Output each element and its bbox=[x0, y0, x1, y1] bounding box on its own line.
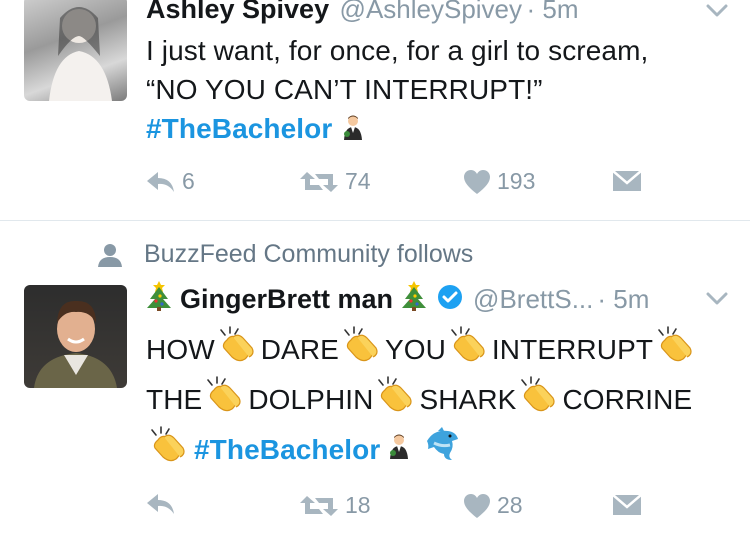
social-context-text: BuzzFeed Community follows bbox=[144, 240, 474, 268]
reply-icon bbox=[147, 494, 174, 514]
clapping-hands-emoji bbox=[148, 426, 188, 472]
person-icon bbox=[98, 243, 122, 267]
retweet-count: 18 bbox=[345, 492, 371, 518]
word: HOW bbox=[146, 333, 215, 365]
tweet-text-line: “NO YOU CAN’T INTERRUPT!” bbox=[146, 74, 543, 105]
dm-button[interactable] bbox=[612, 494, 642, 521]
caret-menu[interactable] bbox=[706, 292, 728, 311]
chevron-down-icon bbox=[706, 292, 728, 305]
tweet-time[interactable]: · 5m bbox=[526, 0, 578, 24]
man-in-tuxedo-emoji bbox=[388, 430, 410, 469]
retweet-button[interactable]: 18 bbox=[299, 492, 371, 519]
reply-icon bbox=[147, 171, 174, 192]
avatar-ashley[interactable] bbox=[24, 0, 127, 101]
chevron-down-icon bbox=[706, 4, 728, 17]
author-handle[interactable]: @AshleySpivey bbox=[340, 0, 522, 24]
clapping-hands-emoji bbox=[518, 376, 558, 422]
like-button[interactable]: 28 bbox=[463, 492, 523, 519]
clapping-hands-emoji bbox=[217, 326, 257, 372]
tweet-text-line: THE DOLPHIN SHARK CORRINE bbox=[146, 376, 692, 422]
clapping-hands-emoji bbox=[204, 376, 244, 422]
caret-menu[interactable] bbox=[706, 4, 728, 23]
reply-button[interactable]: 6 bbox=[146, 168, 195, 195]
tweet-body: I just want, for once, for a girl to scr… bbox=[146, 31, 736, 150]
word: DOLPHIN bbox=[248, 383, 374, 415]
man-in-tuxedo-emoji bbox=[342, 111, 364, 150]
christmas-tree-emoji bbox=[401, 281, 427, 317]
word: SHARK bbox=[419, 383, 517, 415]
like-count: 28 bbox=[497, 492, 523, 518]
word: INTERRUPT bbox=[491, 333, 654, 365]
reply-count: 6 bbox=[182, 168, 195, 194]
retweet-icon bbox=[300, 495, 338, 516]
word: DARE bbox=[260, 333, 339, 365]
author-handle[interactable]: @BrettS... bbox=[473, 284, 593, 315]
clapping-hands-emoji bbox=[655, 326, 695, 372]
word: CORRINE bbox=[562, 383, 693, 415]
clapping-hands-emoji bbox=[448, 326, 488, 372]
author-name[interactable]: GingerBrett man bbox=[180, 284, 393, 315]
word: YOU bbox=[384, 333, 446, 365]
author-name[interactable]: Ashley Spivey bbox=[146, 0, 329, 24]
envelope-icon bbox=[612, 494, 642, 515]
verified-icon bbox=[438, 284, 463, 309]
like-button[interactable]: 193 bbox=[463, 168, 535, 195]
christmas-tree-emoji bbox=[146, 281, 172, 317]
heart-icon bbox=[464, 169, 490, 194]
avatar-photo bbox=[49, 7, 112, 101]
tweet-divider bbox=[0, 220, 750, 221]
clapping-hands-emoji bbox=[341, 326, 381, 372]
tweet-text-line: I just want, for once, for a girl to scr… bbox=[146, 35, 649, 66]
avatar-photo bbox=[34, 300, 117, 388]
tweet-time[interactable]: · 5m bbox=[597, 284, 649, 315]
clapping-hands-emoji bbox=[375, 376, 415, 422]
social-context[interactable]: BuzzFeed Community follows bbox=[98, 240, 473, 269]
dolphin-emoji bbox=[424, 427, 460, 471]
like-count: 193 bbox=[497, 168, 536, 194]
retweet-count: 74 bbox=[345, 168, 371, 194]
avatar-gingerbrett[interactable] bbox=[24, 285, 127, 388]
retweet-button[interactable]: 74 bbox=[299, 168, 371, 195]
dm-button[interactable] bbox=[612, 170, 642, 197]
envelope-icon bbox=[612, 170, 642, 191]
word: THE bbox=[146, 383, 203, 415]
retweet-icon bbox=[300, 171, 338, 192]
hashtag-link[interactable]: #TheBachelor bbox=[194, 430, 380, 469]
hashtag-link[interactable]: #TheBachelor bbox=[146, 113, 332, 144]
tweet-text-line: #TheBachelor bbox=[146, 426, 460, 472]
verified-badge bbox=[437, 284, 463, 315]
heart-icon bbox=[464, 493, 490, 518]
tweet-text-line: HOW DARE YOU INTERRUPT bbox=[146, 326, 699, 372]
reply-button[interactable] bbox=[146, 492, 182, 516]
